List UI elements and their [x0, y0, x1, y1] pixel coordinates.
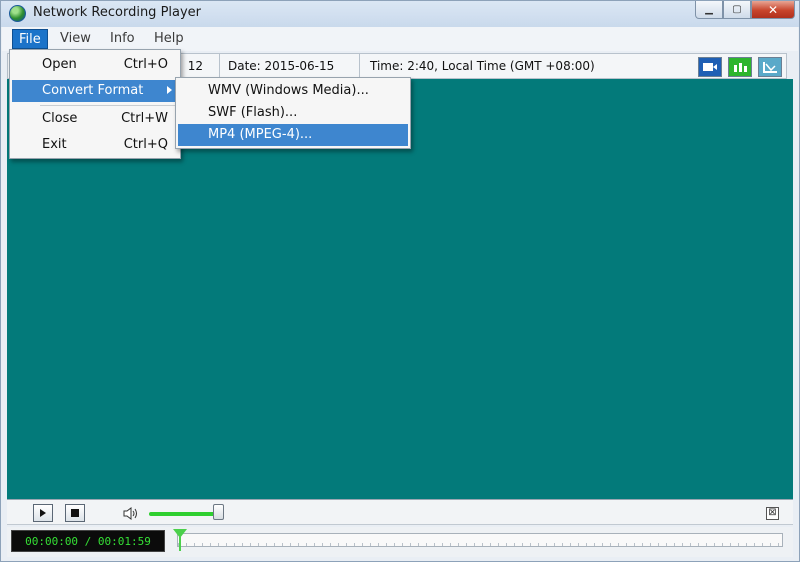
close-button[interactable]: ✕	[751, 1, 795, 19]
menu-item-close-label: Close	[42, 111, 78, 126]
grid-view-icon	[734, 63, 747, 72]
menu-help[interactable]: Help	[148, 29, 190, 49]
file-menu-dropdown: Open Ctrl+O Convert Format Close Ctrl+W …	[9, 49, 181, 159]
convert-format-submenu: WMV (Windows Media)... SWF (Flash)... MP…	[175, 77, 411, 149]
grid-view-button[interactable]	[728, 57, 752, 77]
submenu-item-mp4-label: MP4 (MPEG-4)...	[208, 127, 313, 142]
menu-item-open-shortcut: Ctrl+O	[123, 57, 168, 72]
menu-info[interactable]: Info	[104, 29, 141, 49]
time-display: 00:00:00 / 00:01:59	[11, 530, 165, 552]
info-time: Time: 2:40, Local Time (GMT +08:00)	[370, 59, 595, 73]
menu-item-convert-format-label: Convert Format	[42, 83, 144, 98]
menu-item-exit-shortcut: Ctrl+Q	[123, 137, 168, 152]
timeline-position-marker[interactable]	[173, 529, 187, 538]
submenu-item-wmv[interactable]: WMV (Windows Media)...	[178, 80, 408, 102]
chart-view-icon	[763, 62, 777, 73]
submenu-arrow-icon	[167, 86, 172, 94]
timeline-position-line	[179, 537, 181, 551]
timeline-row: 00:00:00 / 00:01:59	[7, 527, 793, 557]
window-title: Network Recording Player	[33, 5, 202, 20]
menu-item-exit[interactable]: Exit Ctrl+Q	[12, 134, 178, 156]
info-date: Date: 2015-06-15	[220, 54, 360, 78]
menu-file[interactable]: File	[12, 29, 48, 49]
submenu-item-swf[interactable]: SWF (Flash)...	[178, 102, 408, 124]
app-globe-icon	[9, 5, 26, 22]
close-icon: ✕	[767, 2, 779, 17]
timeline-track[interactable]	[177, 533, 783, 547]
submenu-item-swf-label: SWF (Flash)...	[208, 105, 298, 120]
menu-bar: File View Info Help	[2, 27, 798, 51]
submenu-item-mp4[interactable]: MP4 (MPEG-4)...	[178, 124, 408, 146]
menu-item-close[interactable]: Close Ctrl+W	[12, 108, 178, 130]
volume-slider-thumb[interactable]	[213, 504, 224, 520]
stop-icon	[71, 509, 79, 517]
play-icon	[40, 509, 46, 517]
stop-button[interactable]	[65, 504, 85, 522]
close-panel-button[interactable]: ⊠	[766, 507, 779, 520]
app-window: Network Recording Player ▁ ▢ ✕ File View…	[0, 0, 800, 562]
menu-view[interactable]: View	[54, 29, 97, 49]
window-controls: ▁ ▢ ✕	[695, 1, 795, 19]
single-view-icon	[703, 63, 717, 71]
speaker-icon[interactable]	[123, 507, 139, 520]
menu-item-exit-label: Exit	[42, 137, 67, 152]
maximize-button[interactable]: ▢	[723, 1, 751, 19]
play-button[interactable]	[33, 504, 53, 522]
close-panel-icon: ⊠	[768, 507, 777, 518]
submenu-item-wmv-label: WMV (Windows Media)...	[208, 83, 369, 98]
chart-view-button[interactable]	[758, 57, 782, 77]
menu-item-open[interactable]: Open Ctrl+O	[12, 54, 178, 76]
playback-controls: ⊠	[7, 499, 793, 525]
menu-separator	[40, 105, 176, 106]
title-bar[interactable]: Network Recording Player ▁ ▢ ✕	[1, 1, 799, 27]
minimize-button[interactable]: ▁	[695, 1, 723, 19]
menu-item-open-label: Open	[42, 57, 77, 72]
minimize-icon: ▁	[705, 3, 713, 15]
info-partial-text: 12	[187, 59, 203, 73]
menu-item-close-shortcut: Ctrl+W	[121, 111, 168, 126]
maximize-icon: ▢	[732, 3, 742, 15]
volume-slider-track[interactable]	[149, 512, 217, 516]
single-view-button[interactable]	[698, 57, 722, 77]
menu-item-convert-format[interactable]: Convert Format	[12, 80, 178, 102]
